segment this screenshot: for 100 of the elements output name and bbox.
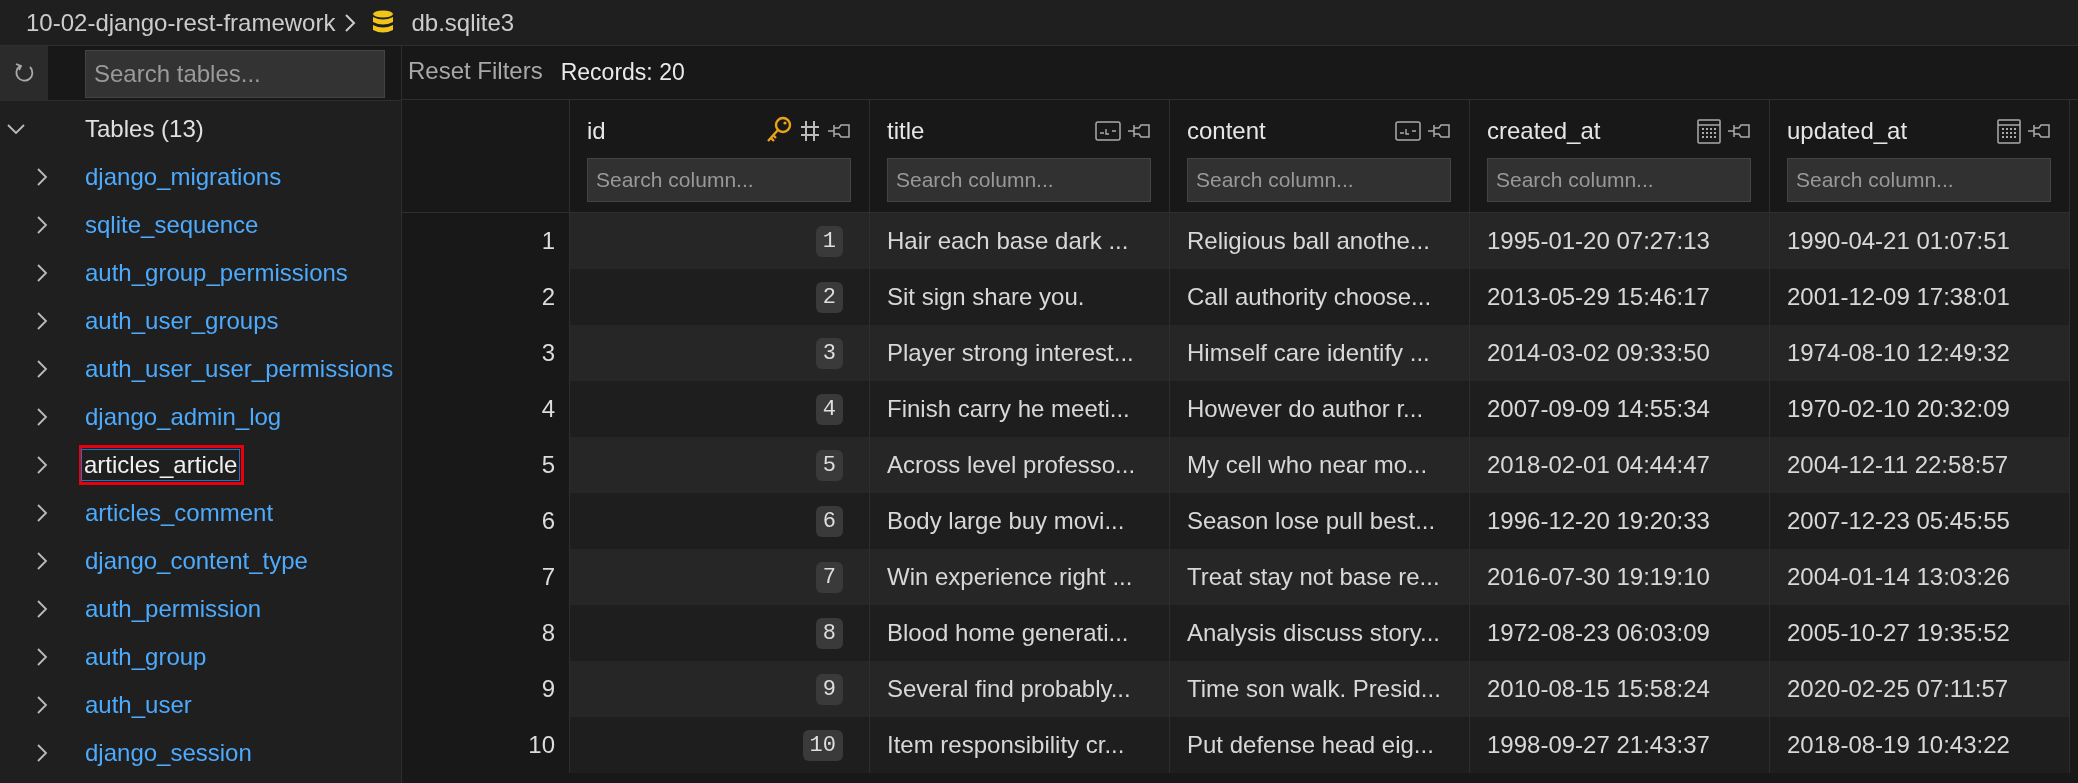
id-badge: 4 bbox=[815, 393, 843, 425]
id-badge: 10 bbox=[802, 729, 843, 761]
chevron-right-icon[interactable] bbox=[36, 742, 48, 763]
column-header[interactable]: created_at bbox=[1487, 117, 1697, 145]
text-type-icon bbox=[1095, 121, 1121, 141]
id-badge: 2 bbox=[815, 281, 843, 313]
pin-icon[interactable] bbox=[1427, 121, 1451, 141]
chevron-right-icon[interactable] bbox=[36, 166, 48, 187]
table-cell: However do author r... bbox=[1170, 381, 1470, 437]
chevron-right-icon[interactable] bbox=[36, 358, 48, 379]
table-item[interactable]: articles_comment bbox=[83, 497, 276, 528]
table-item[interactable]: auth_permission bbox=[83, 593, 264, 624]
pin-icon[interactable] bbox=[1127, 121, 1151, 141]
table-item[interactable]: auth_user_user_permissions bbox=[83, 353, 396, 384]
table-cell: Put defense head eig... bbox=[1170, 717, 1470, 773]
text-type-icon bbox=[1395, 121, 1421, 141]
id-badge: 1 bbox=[815, 225, 843, 257]
chevron-right-icon[interactable] bbox=[36, 454, 48, 475]
chevron-right-icon[interactable] bbox=[36, 598, 48, 619]
reset-filters-button[interactable]: Reset Filters bbox=[408, 56, 543, 89]
pin-icon[interactable] bbox=[1727, 121, 1751, 141]
table-cell: Item responsibility cr... bbox=[870, 717, 1170, 773]
table-item[interactable]: django_content_type bbox=[83, 545, 310, 576]
table-cell: 1990-04-21 01:07:51 bbox=[1770, 213, 2070, 269]
table-cell: Several find probably... bbox=[870, 661, 1170, 717]
table-cell: Finish carry he meeti... bbox=[870, 381, 1170, 437]
table-item[interactable]: auth_user_groups bbox=[83, 305, 281, 336]
id-badge: 8 bbox=[815, 617, 843, 649]
table-cell: 2007-12-23 05:45:55 bbox=[1770, 493, 2070, 549]
table-cell: Religious ball anothe... bbox=[1170, 213, 1470, 269]
chevron-right-icon[interactable] bbox=[36, 694, 48, 715]
table-cell: Treat stay not base re... bbox=[1170, 549, 1470, 605]
table-cell: Season lose pull best... bbox=[1170, 493, 1470, 549]
search-field[interactable]: Search tables... bbox=[85, 50, 385, 98]
id-badge: 7 bbox=[815, 561, 843, 593]
table-cell: 1998-09-27 21:43:37 bbox=[1470, 717, 1770, 773]
column-search-field[interactable]: Search column... bbox=[1787, 158, 2051, 202]
table-item[interactable]: django_session bbox=[83, 737, 254, 768]
column-header[interactable]: content bbox=[1187, 117, 1395, 145]
table-item[interactable]: sqlite_sequence bbox=[83, 209, 261, 240]
column-search-field[interactable]: Search column... bbox=[1187, 158, 1451, 202]
tree-group-label[interactable]: Tables (13) bbox=[83, 113, 206, 144]
table-cell: Call authority choose... bbox=[1170, 269, 1470, 325]
id-badge: 5 bbox=[815, 449, 843, 481]
column-header[interactable]: title bbox=[887, 117, 1095, 145]
column-header[interactable]: id bbox=[587, 117, 765, 145]
table-cell: 2005-10-27 19:35:52 bbox=[1770, 605, 2070, 661]
table-cell: Body large buy movi... bbox=[870, 493, 1170, 549]
table-cell: Time son walk. Presid... bbox=[1170, 661, 1470, 717]
column-search-field[interactable]: Search column... bbox=[1487, 158, 1751, 202]
chevron-right-icon[interactable] bbox=[36, 502, 48, 523]
table-cell: Across level professo... bbox=[870, 437, 1170, 493]
table-cell: Analysis discuss story... bbox=[1170, 605, 1470, 661]
table-cell: 1970-02-10 20:32:09 bbox=[1770, 381, 2070, 437]
calendar-icon bbox=[1997, 118, 2021, 144]
table-cell: 2014-03-02 09:33:50 bbox=[1470, 325, 1770, 381]
table-item[interactable]: auth_group bbox=[83, 641, 209, 672]
table-cell: Himself care identify ... bbox=[1170, 325, 1470, 381]
table-cell: 2001-12-09 17:38:01 bbox=[1770, 269, 2070, 325]
hash-icon bbox=[799, 119, 821, 143]
calendar-icon bbox=[1697, 118, 1721, 144]
column-search-field[interactable]: Search column... bbox=[887, 158, 1151, 202]
table-cell: Player strong interest... bbox=[870, 325, 1170, 381]
refresh-button[interactable] bbox=[0, 46, 48, 100]
chevron-right-icon[interactable] bbox=[36, 646, 48, 667]
table-cell: 2013-05-29 15:46:17 bbox=[1470, 269, 1770, 325]
table-item[interactable]: django_migrations bbox=[83, 161, 284, 192]
table-cell: 1996-12-20 19:20:33 bbox=[1470, 493, 1770, 549]
pin-icon[interactable] bbox=[2027, 121, 2051, 141]
chevron-right-icon[interactable] bbox=[36, 406, 48, 427]
column-header[interactable]: updated_at bbox=[1787, 117, 1997, 145]
table-cell: Blood home generati... bbox=[870, 605, 1170, 661]
chevron-right-icon[interactable] bbox=[36, 262, 48, 283]
table-cell: Sit sign share you. bbox=[870, 269, 1170, 325]
id-badge: 9 bbox=[815, 673, 843, 705]
id-badge: 6 bbox=[815, 505, 843, 537]
table-cell: 1974-08-10 12:49:32 bbox=[1770, 325, 2070, 381]
breadcrumb-folder[interactable]: 10-02-django-rest-framework bbox=[26, 8, 336, 37]
table-cell: Hair each base dark ... bbox=[870, 213, 1170, 269]
pin-icon[interactable] bbox=[827, 121, 851, 141]
chevron-right-icon[interactable] bbox=[36, 550, 48, 571]
chevron-right-icon[interactable] bbox=[36, 310, 48, 331]
table-cell: 2016-07-30 19:19:10 bbox=[1470, 549, 1770, 605]
refresh-icon bbox=[13, 61, 35, 84]
chevron-right-icon bbox=[343, 11, 358, 34]
table-item[interactable]: auth_group_permissions bbox=[83, 257, 350, 288]
column-search-field[interactable]: Search column... bbox=[587, 158, 851, 202]
table-cell: My cell who near mo... bbox=[1170, 437, 1470, 493]
breadcrumb-file[interactable]: db.sqlite3 bbox=[411, 8, 515, 37]
table-item[interactable]: articles_article bbox=[81, 448, 241, 481]
id-badge: 3 bbox=[815, 337, 843, 369]
chevron-right-icon[interactable] bbox=[36, 214, 48, 235]
table-item[interactable]: auth_user bbox=[83, 689, 194, 720]
chevron-down-icon[interactable] bbox=[6, 121, 26, 136]
table-cell: 2010-08-15 15:58:24 bbox=[1470, 661, 1770, 717]
table-cell: 1995-01-20 07:27:13 bbox=[1470, 213, 1770, 269]
table-cell: Win experience right ... bbox=[870, 549, 1170, 605]
table-cell: 2018-08-19 10:43:22 bbox=[1770, 717, 2070, 773]
table-item[interactable]: django_admin_log bbox=[83, 401, 284, 432]
table-cell: 2018-02-01 04:44:47 bbox=[1470, 437, 1770, 493]
